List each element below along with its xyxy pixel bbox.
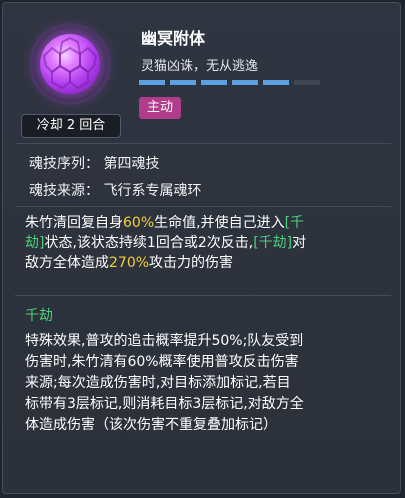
skill-title: 幽冥附体	[141, 29, 206, 48]
effect-description: 特殊效果,普攻的追击概率提升50%;队友受到 伤害时,朱竹清有60%概率使用普攻…	[25, 331, 387, 436]
skill-tooltip-panel: 冷却 2 回合 幽冥附体 灵猫凶诛，无从逃逸 主动 魂技序列： 第四魂技 魂技来…	[2, 2, 401, 494]
skill-level-pips	[139, 80, 320, 85]
active-skill-tag: 主动	[139, 97, 182, 119]
description-line-1: 朱竹清回复自身60%生命值,并使自己进入[千	[25, 215, 305, 231]
effect-line: 体造成伤害（该次伤害不重复叠加标记）	[25, 417, 277, 433]
effect-line: 来源;每次造成伤害时,对目标添加标记,若目	[25, 375, 291, 391]
keyword-qianjie: 劫]	[25, 235, 45, 251]
effect-line: 特殊效果,普攻的追击概率提升50%;队友受到	[25, 333, 304, 349]
effect-line: 伤害时,朱竹清有60%概率使用普攻反击伤害	[25, 354, 299, 370]
level-pip	[294, 80, 320, 85]
effect-line: 标带有3层标记,则消耗目标3层标记,对敌方全	[25, 396, 304, 412]
effect-title: 千劫	[25, 308, 53, 324]
keyword-qianjie: [千劫]	[253, 235, 293, 251]
divider	[15, 295, 391, 296]
skill-source: 魂技来源： 飞行系专属魂环	[29, 183, 202, 199]
damage-percent: 270%	[109, 255, 150, 271]
description-line-3: 敌方全体造成270%攻击力的伤害	[25, 255, 234, 271]
level-pip	[232, 80, 258, 85]
heal-percent: 60%	[123, 215, 155, 231]
level-pip	[139, 80, 165, 85]
skill-description: 朱竹清回复自身60%生命值,并使自己进入[千 劫]状态,该状态持续1回合或2次反…	[25, 213, 387, 273]
divider	[15, 143, 391, 144]
skill-subtitle: 灵猫凶诛，无从逃逸	[141, 59, 259, 74]
cooldown-label: 冷却 2 回合	[21, 114, 121, 138]
skill-order: 魂技序列： 第四魂技	[29, 156, 160, 172]
divider	[15, 206, 391, 207]
keyword-qianjie: [千	[284, 215, 305, 231]
description-line-2: 劫]状态,该状态持续1回合或2次反击,[千劫]对	[25, 235, 307, 251]
level-pip	[201, 80, 227, 85]
purple-orb-icon	[40, 34, 100, 94]
level-pip	[263, 80, 289, 85]
level-pip	[170, 80, 196, 85]
skill-icon-frame	[29, 23, 111, 105]
